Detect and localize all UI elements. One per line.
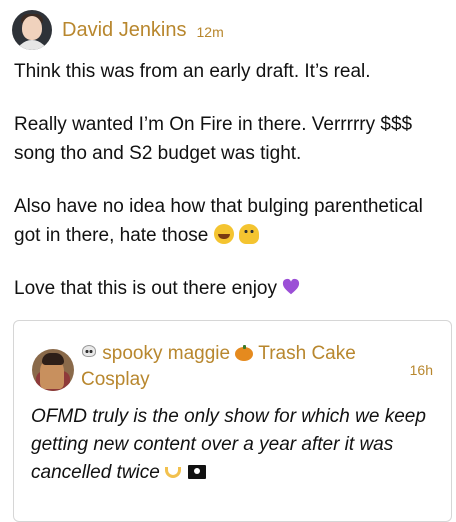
quoted-post[interactable]: spooky maggie Trash Cake Cosplay 16h OFM…	[13, 320, 452, 522]
post-body: Think this was from an early draft. It’s…	[14, 57, 446, 327]
post-timestamp[interactable]: 12m	[197, 24, 224, 40]
purple-heart-icon	[283, 278, 300, 295]
author-avatar[interactable]	[12, 10, 52, 50]
pirate-flag-icon	[188, 465, 207, 479]
quoted-avatar[interactable]	[32, 349, 74, 391]
heart-hands-icon	[165, 465, 183, 479]
pumpkin-icon	[235, 345, 254, 361]
quoted-text: OFMD truly is the only show for which we…	[31, 406, 426, 483]
paragraph-4: Love that this is out there enjoy	[14, 274, 446, 303]
post-card: David Jenkins 12m Think this was from an…	[0, 0, 456, 522]
quoted-timestamp[interactable]: 16h	[410, 362, 433, 378]
paragraph-3: Also have no idea how that bulging paren…	[14, 196, 423, 246]
paragraph-2: Really wanted I’m On Fire in there. Verr…	[14, 114, 413, 164]
post-header: David Jenkins 12m	[12, 10, 224, 50]
author-name[interactable]: David Jenkins	[62, 19, 187, 42]
paragraph-1: Think this was from an early draft. It’s…	[14, 61, 371, 82]
skull-icon	[81, 345, 97, 361]
quoted-author-name[interactable]: spooky maggie Trash Cake Cosplay	[81, 341, 381, 393]
grinning-sweat-emoji-icon	[213, 224, 234, 244]
melting-face-emoji-icon	[238, 224, 259, 244]
